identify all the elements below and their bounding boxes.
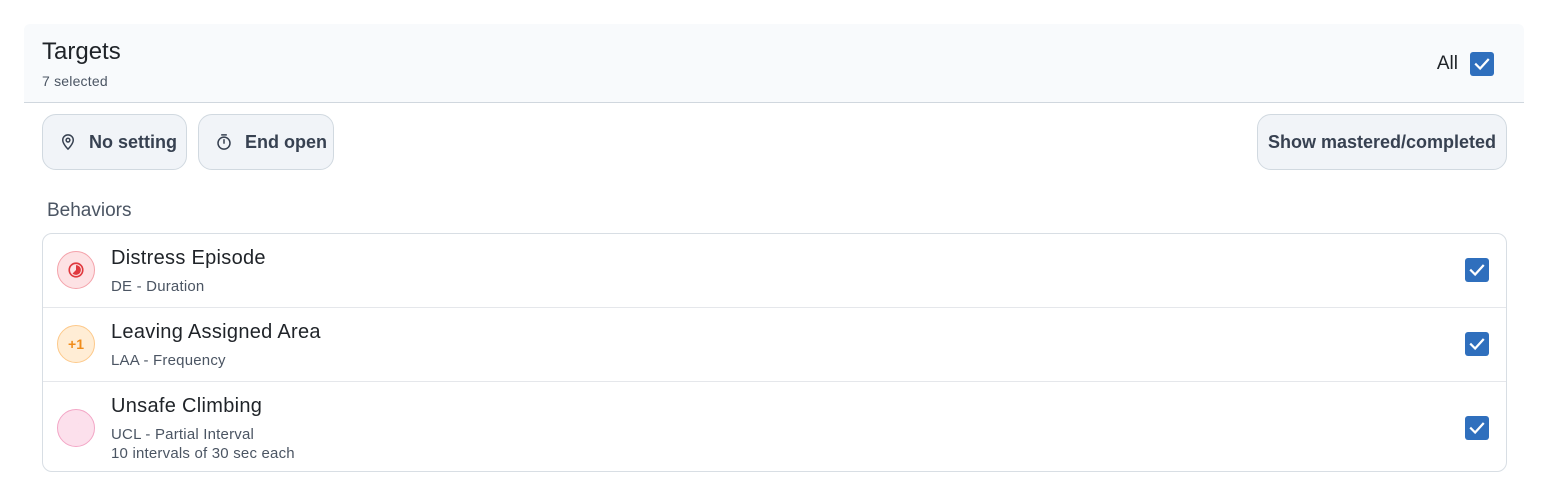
list-item[interactable]: Unsafe Climbing UCL - Partial Interval 1… — [43, 382, 1506, 471]
list-item[interactable]: Distress Episode DE - Duration — [43, 234, 1506, 308]
selected-count: 7 selected — [42, 73, 108, 89]
targets-panel: Targets 7 selected All No setting End op… — [24, 24, 1524, 501]
behavior-subtitle: UCL - Partial Interval — [111, 426, 255, 443]
checkmark-icon — [1474, 58, 1490, 71]
targets-header: Targets 7 selected All — [24, 24, 1524, 103]
stopwatch-icon — [215, 133, 233, 151]
behavior-title: Leaving Assigned Area — [111, 321, 321, 343]
behavior-checkbox[interactable] — [1465, 416, 1489, 440]
location-pin-icon — [59, 133, 77, 151]
behavior-detail: 10 intervals of 30 sec each — [111, 445, 295, 462]
checkmark-icon — [1469, 264, 1485, 277]
behaviors-list: Distress Episode DE - Duration +1 Leavin… — [42, 233, 1507, 472]
behavior-subtitle: DE - Duration — [111, 278, 205, 295]
end-time-button[interactable]: End open — [198, 114, 334, 170]
behavior-checkbox[interactable] — [1465, 332, 1489, 356]
behaviors-section-title: Behaviors — [47, 200, 132, 221]
end-time-button-label: End open — [245, 131, 327, 152]
select-all-control[interactable]: All — [1437, 52, 1494, 76]
behavior-title: Distress Episode — [111, 247, 266, 269]
checkmark-icon — [1469, 422, 1485, 435]
interval-moon-icon — [57, 409, 95, 447]
panel-title: Targets — [42, 38, 121, 65]
behavior-title: Unsafe Climbing — [111, 395, 263, 417]
behavior-checkbox[interactable] — [1465, 258, 1489, 282]
setting-button-label: No setting — [89, 131, 177, 152]
checkmark-icon — [1469, 338, 1485, 351]
select-all-checkbox[interactable] — [1470, 52, 1494, 76]
show-mastered-button[interactable]: Show mastered/completed — [1257, 114, 1507, 170]
duration-clock-icon — [57, 251, 95, 289]
behavior-subtitle: LAA - Frequency — [111, 352, 226, 369]
list-item[interactable]: +1 Leaving Assigned Area LAA - Frequency — [43, 308, 1506, 382]
select-all-label: All — [1436, 53, 1458, 74]
frequency-icon: +1 — [57, 325, 95, 363]
setting-button[interactable]: No setting — [42, 114, 187, 170]
